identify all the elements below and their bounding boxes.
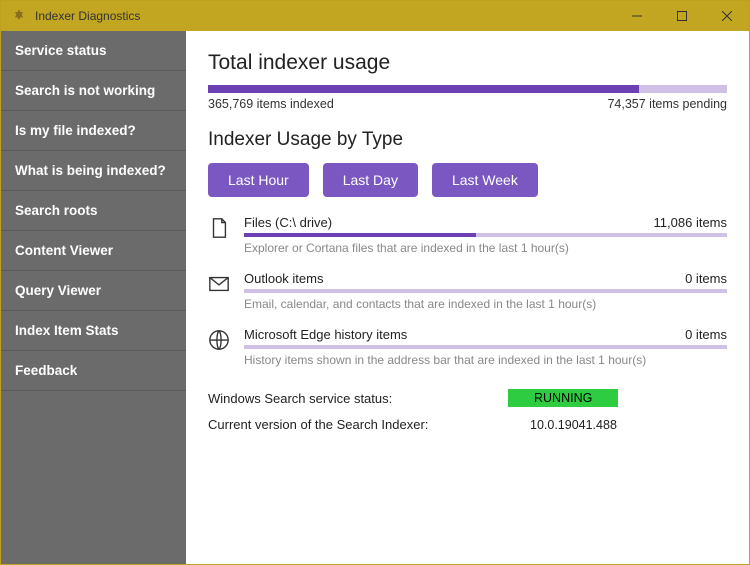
total-usage-bar bbox=[208, 85, 727, 93]
sidebar-item-feedback[interactable]: Feedback bbox=[1, 351, 186, 391]
type-desc: Email, calendar, and contacts that are i… bbox=[244, 297, 727, 311]
type-name: Files (C:\ drive) bbox=[244, 215, 332, 230]
items-pending-label: 74,357 items pending bbox=[607, 97, 727, 111]
sidebar-item-label: Service status bbox=[15, 43, 107, 58]
type-bar-files bbox=[244, 233, 727, 237]
last-day-button[interactable]: Last Day bbox=[323, 163, 418, 197]
type-count: 0 items bbox=[685, 271, 727, 286]
sidebar-item-what-indexed[interactable]: What is being indexed? bbox=[1, 151, 186, 191]
file-icon bbox=[208, 217, 230, 239]
total-usage-labels: 365,769 items indexed 74,357 items pendi… bbox=[208, 97, 727, 111]
window-title: Indexer Diagnostics bbox=[35, 9, 614, 23]
sidebar-item-label: Feedback bbox=[15, 363, 77, 378]
sidebar-item-query-viewer[interactable]: Query Viewer bbox=[1, 271, 186, 311]
status-badge: RUNNING bbox=[508, 389, 618, 407]
last-hour-button[interactable]: Last Hour bbox=[208, 163, 309, 197]
window-controls bbox=[614, 1, 749, 31]
status-row-service: Windows Search service status: RUNNING bbox=[208, 389, 727, 407]
type-count: 11,086 items bbox=[654, 215, 727, 230]
type-bar-fill bbox=[244, 233, 476, 237]
total-usage-title: Total indexer usage bbox=[208, 51, 727, 75]
status-block: Windows Search service status: RUNNING C… bbox=[208, 389, 727, 432]
type-desc: Explorer or Cortana files that are index… bbox=[244, 241, 727, 255]
sidebar-item-label: What is being indexed? bbox=[15, 163, 166, 178]
sidebar-item-label: Index Item Stats bbox=[15, 323, 119, 338]
type-row-files: Files (C:\ drive) 11,086 items Explorer … bbox=[208, 215, 727, 255]
sidebar-item-search-not-working[interactable]: Search is not working bbox=[1, 71, 186, 111]
globe-icon bbox=[208, 329, 230, 351]
items-indexed-label: 365,769 items indexed bbox=[208, 97, 334, 111]
total-usage-bar-fill bbox=[208, 85, 639, 93]
sidebar-item-label: Content Viewer bbox=[15, 243, 113, 258]
sidebar-item-content-viewer[interactable]: Content Viewer bbox=[1, 231, 186, 271]
sidebar-item-label: Is my file indexed? bbox=[15, 123, 136, 138]
mail-icon bbox=[208, 273, 230, 295]
main-content: Total indexer usage 365,769 items indexe… bbox=[186, 31, 749, 564]
type-name: Outlook items bbox=[244, 271, 323, 286]
time-range-buttons: Last Hour Last Day Last Week bbox=[208, 163, 727, 197]
type-row-edge: Microsoft Edge history items 0 items His… bbox=[208, 327, 727, 367]
sidebar-item-label: Search is not working bbox=[15, 83, 155, 98]
version-value: 10.0.19041.488 bbox=[508, 418, 617, 432]
status-row-version: Current version of the Search Indexer: 1… bbox=[208, 417, 727, 432]
sidebar: Service status Search is not working Is … bbox=[1, 31, 186, 564]
last-week-button[interactable]: Last Week bbox=[432, 163, 538, 197]
type-desc: History items shown in the address bar t… bbox=[244, 353, 727, 367]
type-row-outlook: Outlook items 0 items Email, calendar, a… bbox=[208, 271, 727, 311]
maximize-button[interactable] bbox=[659, 1, 704, 31]
sidebar-item-label: Search roots bbox=[15, 203, 98, 218]
minimize-button[interactable] bbox=[614, 1, 659, 31]
type-count: 0 items bbox=[685, 327, 727, 342]
app-icon bbox=[9, 6, 29, 26]
title-bar: Indexer Diagnostics bbox=[1, 1, 749, 31]
type-name: Microsoft Edge history items bbox=[244, 327, 407, 342]
sidebar-item-is-file-indexed[interactable]: Is my file indexed? bbox=[1, 111, 186, 151]
usage-by-type-title: Indexer Usage by Type bbox=[208, 129, 727, 151]
sidebar-item-search-roots[interactable]: Search roots bbox=[1, 191, 186, 231]
sidebar-item-index-stats[interactable]: Index Item Stats bbox=[1, 311, 186, 351]
service-status-label: Windows Search service status: bbox=[208, 391, 508, 406]
close-button[interactable] bbox=[704, 1, 749, 31]
type-bar-edge bbox=[244, 345, 727, 349]
version-label: Current version of the Search Indexer: bbox=[208, 417, 508, 432]
type-bar-outlook bbox=[244, 289, 727, 293]
sidebar-item-label: Query Viewer bbox=[15, 283, 101, 298]
sidebar-item-service-status[interactable]: Service status bbox=[1, 31, 186, 71]
